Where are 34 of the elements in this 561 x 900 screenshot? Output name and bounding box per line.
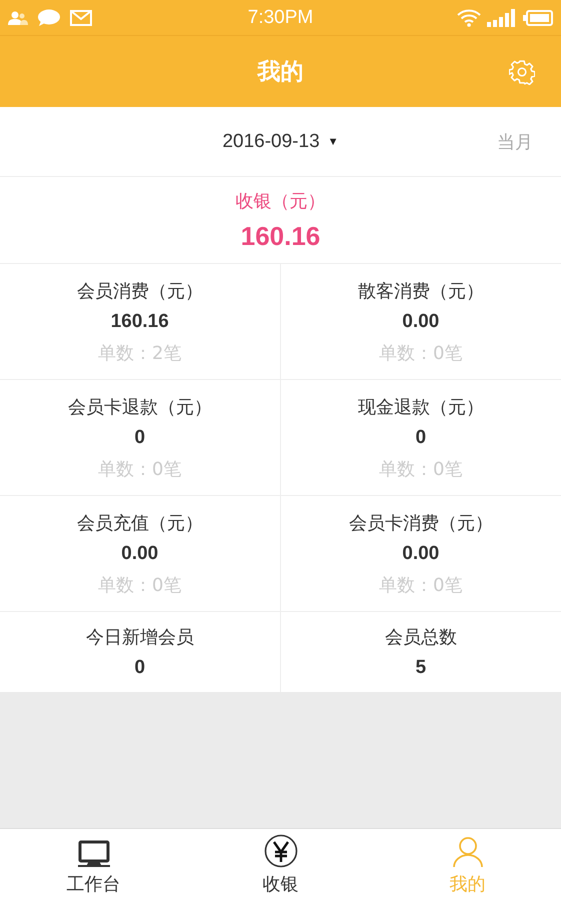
cash-label: 收银（元） bbox=[236, 190, 326, 212]
signal-icon bbox=[486, 8, 517, 26]
stat-value: 0 bbox=[134, 426, 146, 448]
stat-value: 0.00 bbox=[402, 310, 440, 332]
person-icon bbox=[450, 836, 484, 868]
mail-icon bbox=[70, 10, 92, 26]
settings-icon[interactable] bbox=[509, 59, 535, 85]
caret-icon: ▼ bbox=[328, 136, 339, 148]
stat-value: 5 bbox=[415, 657, 426, 679]
stat-label: 今日新增会员 bbox=[86, 626, 194, 649]
tab[interactable]: 收银 bbox=[187, 829, 374, 900]
tab[interactable]: 工作台 bbox=[0, 829, 187, 900]
message-icon bbox=[38, 9, 60, 26]
monitor-icon bbox=[76, 840, 110, 868]
stat-label: 会员充值（元） bbox=[76, 512, 203, 534]
cash-amount: 160.16 bbox=[240, 220, 320, 252]
stat-label: 会员总数 bbox=[384, 626, 457, 649]
date-picker[interactable]: 2016-09-13 ▼ bbox=[216, 130, 345, 154]
status-time: 7:30PM bbox=[248, 6, 314, 28]
stat-label: 散客消费（元） bbox=[358, 280, 484, 302]
stat-value: 0.00 bbox=[402, 542, 440, 564]
yen-coin-icon bbox=[264, 834, 298, 868]
stat-label: 现金退款（元） bbox=[358, 396, 484, 418]
page-title: 我的 bbox=[258, 58, 304, 87]
stat-label: 会员消费（元） bbox=[76, 280, 203, 302]
stat-label: 会员卡消费（元） bbox=[348, 512, 493, 534]
stat-value: 0 bbox=[415, 426, 426, 448]
wifi-icon bbox=[456, 8, 481, 26]
contacts-icon bbox=[8, 10, 28, 24]
battery-icon bbox=[522, 10, 553, 26]
stat-value: 0.00 bbox=[121, 542, 158, 564]
stat-label: 会员卡退款（元） bbox=[68, 396, 212, 418]
stat-value: 0 bbox=[134, 657, 146, 679]
stat-value: 160.16 bbox=[110, 310, 169, 332]
